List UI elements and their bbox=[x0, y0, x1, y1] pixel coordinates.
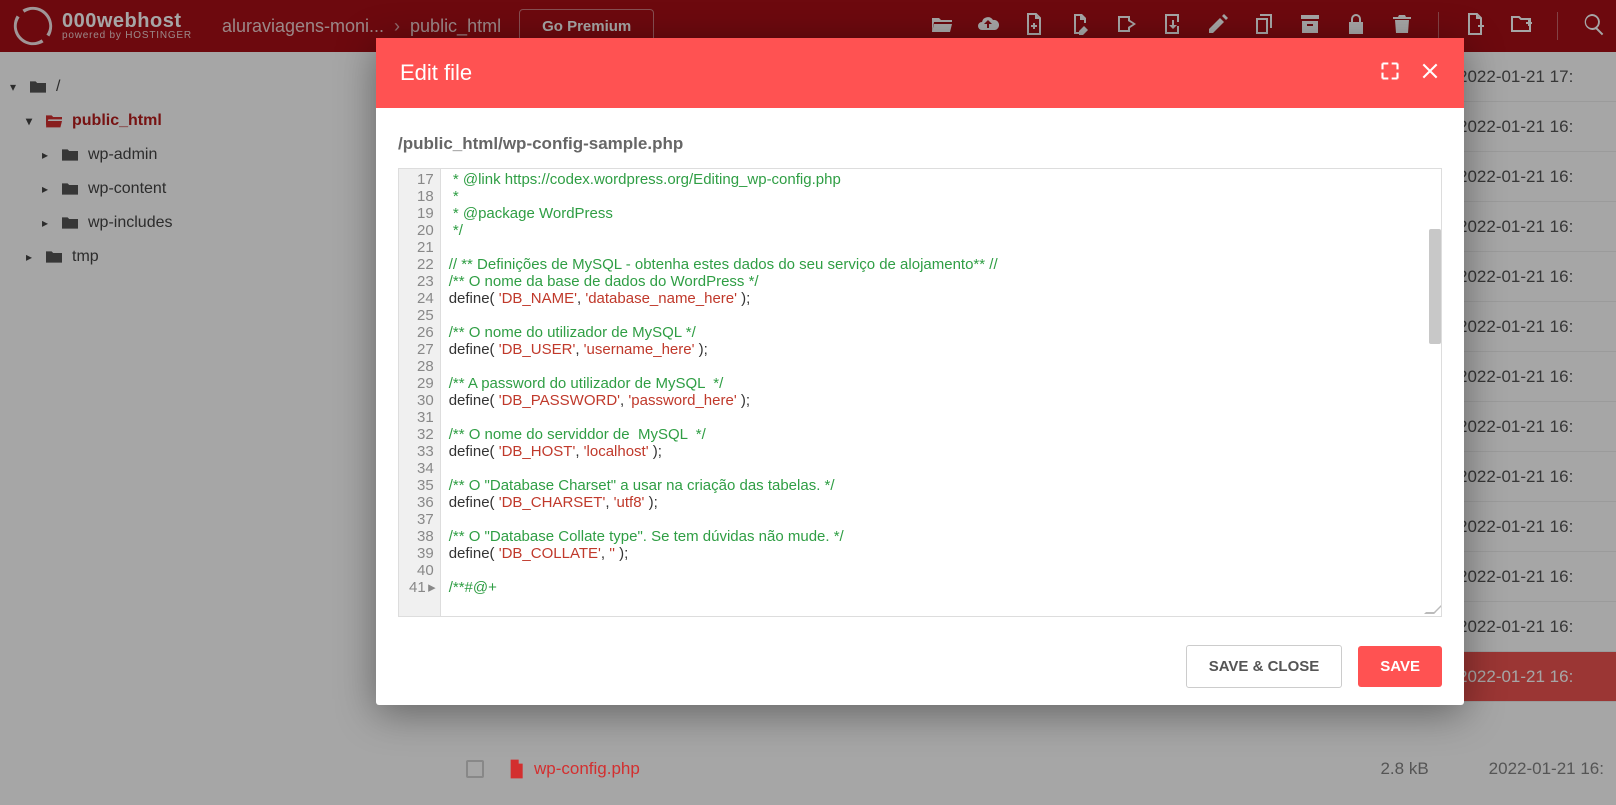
edit-file-modal: Edit file /public_html/wp-config-sample.… bbox=[376, 38, 1464, 705]
modal-title: Edit file bbox=[400, 60, 472, 86]
modal-footer: SAVE & CLOSE SAVE bbox=[376, 627, 1464, 705]
close-icon[interactable] bbox=[1420, 61, 1440, 86]
file-name: wp-config.php bbox=[534, 759, 640, 779]
resize-handle-icon[interactable] bbox=[1427, 602, 1439, 614]
file-date: 2022-01-21 16: bbox=[1489, 759, 1604, 779]
row-checkbox[interactable] bbox=[466, 760, 484, 778]
modal-body: /public_html/wp-config-sample.php 171819… bbox=[376, 108, 1464, 627]
fullscreen-icon[interactable] bbox=[1380, 61, 1400, 86]
save-and-close-button[interactable]: SAVE & CLOSE bbox=[1186, 645, 1343, 688]
modal-header: Edit file bbox=[376, 38, 1464, 108]
code-editor[interactable]: 1718192021222324252627282930313233343536… bbox=[398, 168, 1442, 617]
editor-scrollbar[interactable] bbox=[1427, 169, 1441, 616]
file-row-wp-config[interactable]: wp-config.php 2.8 kB 2022-01-21 16: bbox=[452, 743, 1616, 795]
editor-gutter: 1718192021222324252627282930313233343536… bbox=[399, 169, 441, 616]
save-button[interactable]: SAVE bbox=[1358, 646, 1442, 687]
file-size: 2.8 kB bbox=[1380, 759, 1428, 779]
file-path: /public_html/wp-config-sample.php bbox=[398, 134, 1442, 154]
editor-code[interactable]: * @link https://codex.wordpress.org/Edit… bbox=[441, 169, 1441, 616]
file-icon bbox=[508, 759, 524, 779]
